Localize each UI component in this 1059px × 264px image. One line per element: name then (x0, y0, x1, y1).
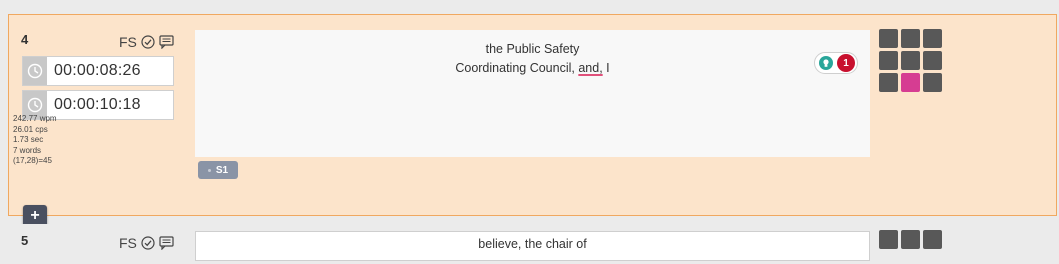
subtitle-text-editor[interactable]: the Public Safety Coordinating Council, … (195, 30, 870, 157)
stat-words: 7 words (13, 145, 42, 155)
end-time-value[interactable]: 00:00:10:18 (47, 96, 141, 114)
subtitle-text-editor[interactable]: believe, the chair of (195, 231, 870, 261)
hint-indicator[interactable]: 1 (814, 52, 858, 74)
position-cell[interactable] (879, 230, 898, 249)
lightbulb-icon (819, 56, 833, 70)
position-cell[interactable] (923, 73, 942, 92)
position-cell[interactable] (879, 73, 898, 92)
check-circle-icon[interactable] (141, 35, 155, 49)
position-cell[interactable] (879, 29, 898, 48)
clock-icon[interactable] (23, 57, 47, 85)
start-time-field[interactable]: 00:00:08:26 (22, 56, 174, 86)
fs-label: FS (119, 235, 137, 251)
speaker-tag[interactable]: S1 (198, 161, 238, 179)
check-circle-icon[interactable] (141, 236, 155, 250)
hint-count-badge: 1 (837, 54, 855, 72)
subtitle-line-2: Coordinating Council, and, I (455, 61, 610, 75)
speaker-label: S1 (215, 164, 229, 176)
position-cell[interactable] (923, 230, 942, 249)
subtitle-line-1: the Public Safety (485, 42, 580, 56)
position-cell-active[interactable] (901, 73, 920, 92)
comment-icon[interactable] (159, 236, 174, 250)
position-cell[interactable] (879, 51, 898, 70)
plus-icon: + (30, 207, 40, 224)
row-number: 4 (21, 32, 29, 47)
position-grid[interactable] (879, 230, 942, 249)
row-stats: 242.77 wpm 26.01 cps 1.73 sec 7 words (1… (13, 114, 57, 167)
position-cell[interactable] (901, 29, 920, 48)
position-cell[interactable] (901, 51, 920, 70)
row-number: 5 (21, 233, 29, 248)
position-grid[interactable] (879, 29, 942, 92)
comment-icon[interactable] (159, 35, 174, 49)
stat-chars: (17,28)=45 (13, 156, 52, 166)
start-time-value[interactable]: 00:00:08:26 (47, 62, 141, 80)
position-cell[interactable] (901, 230, 920, 249)
row-status: FS (119, 34, 174, 50)
fs-label: FS (119, 34, 137, 50)
spellcheck-mark[interactable]: and, (578, 61, 602, 75)
stat-cps: 26.01 cps (13, 124, 48, 134)
stat-duration: 1.73 sec (13, 135, 44, 145)
stat-wpm: 242.77 wpm (13, 114, 57, 123)
row-status: FS (119, 235, 174, 251)
subtitle-line-1: believe, the chair of (478, 237, 587, 251)
position-cell[interactable] (923, 51, 942, 70)
position-cell[interactable] (923, 29, 942, 48)
